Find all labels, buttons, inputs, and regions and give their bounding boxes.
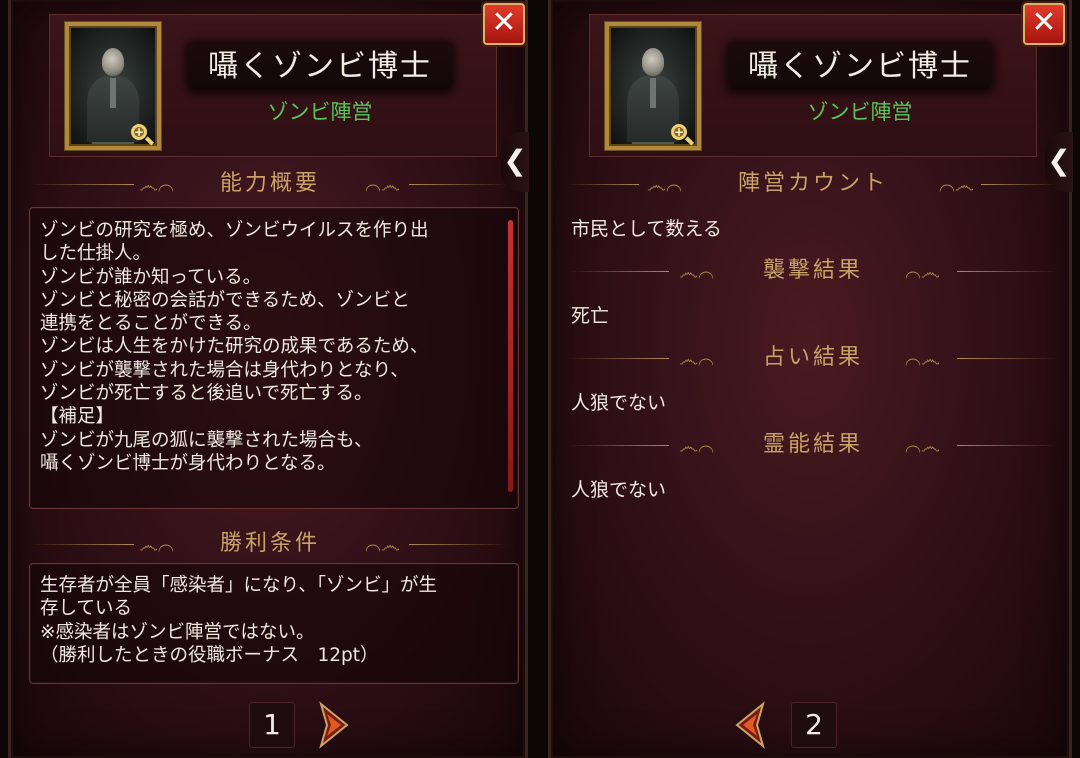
- divider-line: [569, 358, 669, 359]
- ornament-icon: ⌒෴: [905, 434, 940, 458]
- ornament-icon: ෴⌒: [679, 260, 714, 284]
- ornament-icon: ⌒෴: [939, 173, 974, 197]
- ornament-icon: ෴⌒: [139, 173, 174, 197]
- victory-box: 生存者が全員「感染者」になり、「ゾンビ」が生 存している ※感染者はゾンビ陣営で…: [29, 563, 519, 684]
- section-value: 市民として数える: [571, 218, 722, 240]
- ornament-icon: ⌒෴: [365, 533, 400, 557]
- zoom-icon[interactable]: +: [131, 124, 147, 140]
- divider-line: [569, 184, 639, 185]
- ornament-icon: ෴⌒: [647, 173, 682, 197]
- role-detail-panel-page-2: + 囁くゾンビ博士 ゾンビ陣営 ✕ ❮ ෴⌒ 陣営カウント ⌒෴ 市民として数え…: [548, 0, 1073, 758]
- divider-line: [957, 358, 1057, 359]
- divider-line: [29, 184, 134, 185]
- divider-line: [29, 544, 134, 545]
- ornament-icon: ⌒෴: [905, 347, 940, 371]
- ornament-icon: ෴⌒: [139, 533, 174, 557]
- ability-section-header: ෴⌒ 能力概要 ⌒෴: [29, 169, 511, 199]
- portrait-tie: [110, 78, 116, 108]
- close-button[interactable]: ✕: [1023, 3, 1065, 45]
- divider-line: [569, 271, 669, 272]
- role-portrait[interactable]: +: [65, 22, 161, 150]
- portrait-head: [102, 48, 124, 76]
- divider-line: [957, 445, 1057, 446]
- medium-section-header: ෴⌒ 霊能結果 ⌒෴: [569, 430, 1057, 460]
- portrait-head: [642, 48, 664, 76]
- victory-title: 勝利条件: [219, 531, 320, 556]
- section-title: 霊能結果: [762, 432, 863, 457]
- section-value: 死亡: [571, 305, 610, 327]
- divider-line: [569, 445, 669, 446]
- role-detail-panel-page-1: + 囁くゾンビ博士 ゾンビ陣営 ✕ ❮ ෴⌒ 能力概要 ⌒෴ ゾンビの研究を極め…: [8, 0, 529, 758]
- scrollbar[interactable]: [508, 220, 513, 492]
- section-value: 人狼でない: [571, 392, 667, 414]
- ornament-icon: ⌒෴: [365, 173, 400, 197]
- divination-section-header: ෴⌒ 占い結果 ⌒෴: [569, 343, 1057, 373]
- divider-line: [957, 271, 1057, 272]
- portrait-tie: [650, 78, 656, 108]
- ornament-icon: ෴⌒: [679, 434, 714, 458]
- role-name: 囁くゾンビ博士: [189, 44, 451, 90]
- role-faction: ゾンビ陣営: [807, 100, 913, 124]
- section-title: 襲撃結果: [762, 258, 863, 283]
- next-page-arrow-icon[interactable]: [315, 700, 351, 750]
- ability-title: 能力概要: [219, 171, 320, 196]
- ornament-icon: ෴⌒: [679, 347, 714, 371]
- count-section-header: ෴⌒ 陣営カウント ⌒෴: [569, 169, 1057, 199]
- victory-text: 生存者が全員「感染者」になり、「ゾンビ」が生 存している ※感染者はゾンビ陣営で…: [40, 575, 438, 666]
- ability-text: ゾンビの研究を極め、ゾンビウイルスを作り出 した仕掛人。 ゾンビが誰か知っている…: [40, 220, 429, 474]
- page-number: 2: [791, 702, 837, 748]
- section-title: 占い結果: [762, 345, 863, 370]
- section-value: 人狼でない: [571, 479, 667, 501]
- role-portrait[interactable]: +: [605, 22, 701, 150]
- role-faction: ゾンビ陣営: [267, 100, 373, 124]
- ornament-icon: ⌒෴: [905, 260, 940, 284]
- victory-section-header: ෴⌒ 勝利条件 ⌒෴: [29, 529, 511, 559]
- section-title: 陣営カウント: [737, 171, 888, 196]
- divider-line: [409, 544, 509, 545]
- attack-section-header: ෴⌒ 襲撃結果 ⌒෴: [569, 256, 1057, 286]
- role-name: 囁くゾンビ博士: [729, 44, 991, 90]
- ability-box[interactable]: ゾンビの研究を極め、ゾンビウイルスを作り出 した仕掛人。 ゾンビが誰か知っている…: [29, 207, 519, 509]
- divider-line: [981, 184, 1057, 185]
- close-button[interactable]: ✕: [483, 3, 525, 45]
- zoom-icon[interactable]: +: [671, 124, 687, 140]
- prev-page-arrow-icon[interactable]: [733, 700, 769, 750]
- divider-line: [409, 184, 509, 185]
- page-number: 1: [249, 702, 295, 748]
